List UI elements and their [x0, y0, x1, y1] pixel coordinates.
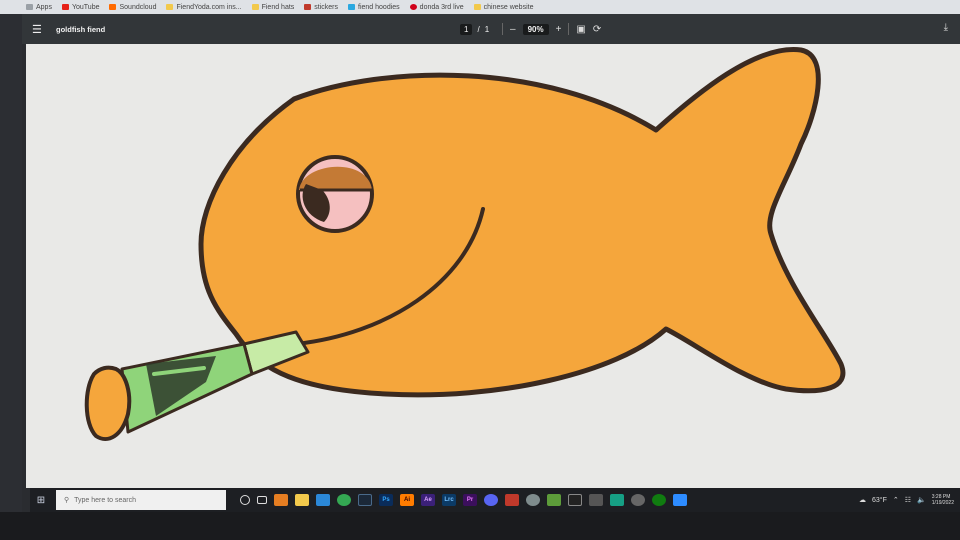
- cigarette-tip: [84, 365, 132, 442]
- goldfish-drawing: [84, 47, 846, 442]
- live-icon: [409, 4, 417, 10]
- mail-icon[interactable]: [316, 494, 330, 506]
- steam-icon[interactable]: [358, 494, 372, 506]
- apps-grid-icon: [26, 4, 33, 10]
- monitor-bezel: [0, 512, 960, 540]
- stickers-icon: [304, 4, 312, 10]
- bookmark-label: donda 3rd live: [419, 3, 464, 11]
- page-total: 1: [484, 25, 490, 34]
- cortana-icon[interactable]: [240, 495, 250, 505]
- bookmark-fiend-hats[interactable]: Fiend hats: [251, 3, 295, 11]
- volume-icon[interactable]: 🔈: [917, 496, 926, 504]
- bookmark-label: YouTube: [71, 3, 100, 11]
- search-icon: ⚲: [64, 497, 70, 504]
- bookmark-label: stickers: [314, 3, 339, 11]
- zoom-icon[interactable]: [673, 494, 687, 506]
- chevron-up-icon[interactable]: ⌃: [893, 496, 899, 504]
- app-icon[interactable]: [526, 494, 540, 506]
- after-effects-icon[interactable]: Ae: [421, 494, 435, 506]
- discord-icon[interactable]: [484, 494, 498, 506]
- bookmark-stickers[interactable]: stickers: [304, 4, 338, 11]
- bookmark-label: chinese website: [483, 3, 534, 11]
- folder-icon: [251, 4, 259, 10]
- bookmark-label: Fiend hats: [261, 3, 295, 11]
- premiere-icon[interactable]: Pr: [463, 494, 477, 506]
- divider: [568, 23, 570, 35]
- illustrator-icon[interactable]: Ai: [400, 494, 414, 506]
- windows-start-icon[interactable]: ⊞: [30, 495, 52, 506]
- chrome-icon[interactable]: [337, 494, 351, 506]
- network-icon[interactable]: ☷: [905, 496, 911, 504]
- bookmark-soundcloud[interactable]: Soundcloud: [109, 4, 156, 11]
- zoom-in-button[interactable]: +: [556, 24, 562, 35]
- divider: [502, 23, 503, 35]
- taskbar-search[interactable]: ⚲ Type here to search: [56, 490, 226, 510]
- pdf-toolbar: ☰ goldfish fiend 1 / 1 – 90% + ▣ ⟳ ⤓: [22, 14, 960, 44]
- bookmark-label: Apps: [36, 3, 52, 11]
- system-tray: ☁ 63°F ⌃ ☷ 🔈 3:28 PM 1/19/2022: [859, 494, 960, 506]
- rotate-icon[interactable]: ⟳: [593, 24, 601, 35]
- clock-date: 1/19/2022: [931, 500, 954, 506]
- bookmark-apps[interactable]: Apps: [26, 4, 52, 11]
- screen-bezel-left: [0, 14, 22, 512]
- bookmark-label: FiendYoda.com ins...: [176, 3, 242, 11]
- youtube-icon: [61, 4, 69, 10]
- bookmarks-bar: Apps YouTube Soundcloud FiendYoda.com in…: [0, 0, 960, 14]
- zoom-out-button[interactable]: –: [510, 24, 516, 35]
- page-number-input[interactable]: 1: [460, 24, 473, 35]
- app-icon[interactable]: [274, 494, 288, 506]
- soundcloud-icon: [109, 4, 117, 10]
- document-title: goldfish fiend: [56, 25, 106, 34]
- page-separator: /: [477, 25, 480, 34]
- bookmark-label: Soundcloud: [119, 3, 157, 11]
- hoodies-icon: [348, 4, 356, 10]
- bookmark-label: fiend hoodies: [358, 3, 400, 11]
- app-icon[interactable]: [505, 494, 519, 506]
- bookmark-fiendyoda[interactable]: FiendYoda.com ins...: [166, 3, 242, 11]
- app-icon[interactable]: [631, 494, 645, 506]
- weather-icon: ☁: [859, 497, 866, 504]
- taskbar-clock[interactable]: 3:28 PM 1/19/2022: [932, 494, 954, 506]
- app-icon[interactable]: [589, 494, 603, 506]
- app-icon[interactable]: [610, 494, 624, 506]
- app-icon[interactable]: [568, 494, 582, 506]
- task-view-icon[interactable]: [257, 496, 267, 504]
- lightroom-icon[interactable]: Lrc: [442, 494, 456, 506]
- zoom-input[interactable]: 90%: [522, 23, 549, 35]
- photoshop-icon[interactable]: Ps: [379, 494, 393, 506]
- zoom-controls: – 90% + ▣ ⟳: [502, 23, 601, 35]
- bookmark-donda[interactable]: donda 3rd live: [409, 3, 464, 11]
- windows-taskbar: ⊞ ⚲ Type here to search Ps Ai Ae Lrc Pr …: [30, 488, 960, 512]
- minecraft-icon[interactable]: [547, 494, 561, 506]
- page-indicator: 1 / 1: [460, 24, 489, 35]
- search-placeholder: Type here to search: [74, 496, 137, 504]
- bookmark-fiend-hoodies[interactable]: fiend hoodies: [348, 4, 400, 11]
- file-explorer-icon[interactable]: [295, 494, 309, 506]
- xbox-icon[interactable]: [652, 494, 666, 506]
- hamburger-icon[interactable]: ☰: [32, 23, 42, 36]
- folder-icon: [166, 4, 174, 10]
- weather-temp[interactable]: 63°F: [872, 497, 887, 504]
- fit-page-icon[interactable]: ▣: [576, 24, 585, 35]
- pinned-apps: Ps Ai Ae Lrc Pr: [240, 494, 687, 506]
- bookmark-chinese-website[interactable]: chinese website: [473, 3, 534, 11]
- download-icon[interactable]: ⤓: [944, 22, 948, 33]
- folder-icon: [473, 4, 481, 10]
- pdf-page: [26, 44, 960, 488]
- bookmark-youtube[interactable]: YouTube: [61, 3, 100, 11]
